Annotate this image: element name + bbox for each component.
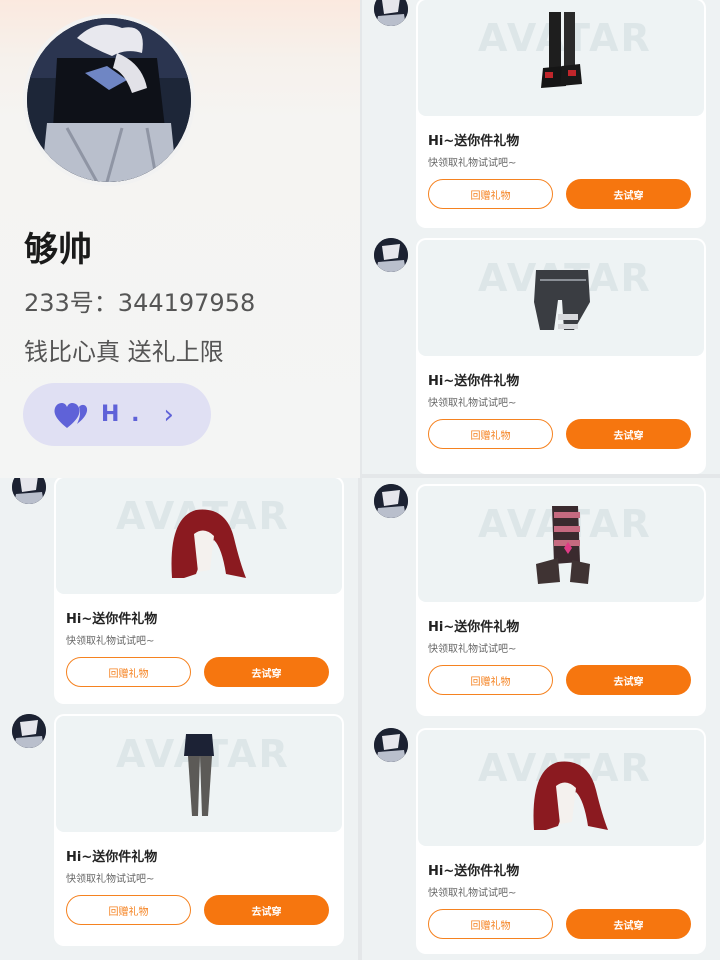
gift-card: AVATAR Hi~送你件礼物 快领取礼物试试吧~ 回赠礼物 去试穿 (54, 714, 344, 946)
profile-name: 够帅 (24, 230, 92, 270)
shorts-icon (534, 270, 590, 330)
profile-uid: 233号：344197958 (24, 289, 256, 317)
gift-title: Hi~送你件礼物 (428, 620, 520, 635)
return-gift-button[interactable]: 回赠礼物 (66, 895, 191, 925)
gift-title: Hi~送你件礼物 (66, 612, 158, 627)
gift-title: Hi~送你件礼物 (428, 864, 520, 879)
skirt-tights-icon (184, 734, 214, 816)
sender-avatar[interactable] (374, 238, 408, 272)
gift-subtitle: 快领取礼物试试吧~ (428, 158, 517, 169)
return-gift-button[interactable]: 回赠礼物 (428, 909, 553, 939)
gift-title: Hi~送你件礼物 (428, 374, 520, 389)
chevron-right-icon: › (163, 399, 174, 430)
gift-card: AVATAR Hi~送你件礼物 快领取礼物试试吧~ 回赠礼物 去试穿 (416, 484, 706, 716)
fan-badge-label: H . (101, 402, 142, 427)
hair-icon (171, 509, 246, 578)
fan-badge-button[interactable]: H . › (23, 383, 211, 446)
return-gift-button[interactable]: 回赠礼物 (428, 179, 553, 209)
leg-warmers-icon (536, 506, 590, 584)
gift-card: AVATAR Hi~送你件礼物 快领取礼物试试吧~ 回赠礼物 去试穿 (416, 0, 706, 228)
return-gift-button[interactable]: 回赠礼物 (66, 657, 191, 687)
avatar-image (27, 18, 191, 182)
sender-avatar[interactable] (374, 0, 408, 26)
gift-subtitle: 快领取礼物试试吧~ (428, 644, 517, 655)
profile-avatar[interactable] (23, 14, 195, 186)
profile-panel: 够帅 233号：344197958 钱比心真 送礼上限 H . › (0, 0, 360, 478)
sender-avatar[interactable] (12, 478, 46, 504)
gift-preview[interactable]: AVATAR (56, 716, 342, 832)
gift-preview[interactable]: AVATAR (418, 730, 704, 846)
gift-subtitle: 快领取礼物试试吧~ (66, 874, 155, 885)
gift-preview[interactable]: AVATAR (418, 240, 704, 356)
gift-panel-2: AVATAR Hi~送你件礼物 快领取礼物试试吧~ 回赠礼物 去试穿 AVATA… (0, 478, 358, 960)
return-gift-button[interactable]: 回赠礼物 (428, 665, 553, 695)
return-gift-button[interactable]: 回赠礼物 (428, 419, 553, 449)
gift-preview[interactable]: AVATAR (56, 478, 342, 594)
gift-preview[interactable]: AVATAR (418, 486, 704, 602)
gift-title: Hi~送你件礼物 (428, 134, 520, 149)
gift-subtitle: 快领取礼物试试吧~ (428, 888, 517, 899)
gift-preview[interactable]: AVATAR (418, 0, 704, 116)
try-on-button[interactable]: 去试穿 (204, 895, 329, 925)
try-on-button[interactable]: 去试穿 (566, 179, 691, 209)
hair-icon (533, 761, 608, 830)
gift-subtitle: 快领取礼物试试吧~ (66, 636, 155, 647)
gift-card: AVATAR Hi~送你件礼物 快领取礼物试试吧~ 回赠礼物 去试穿 (416, 238, 706, 474)
sender-avatar[interactable] (12, 714, 46, 748)
sender-avatar[interactable] (374, 728, 408, 762)
gift-title: Hi~送你件礼物 (66, 850, 158, 865)
gift-panel-1: AVATAR Hi~送你件礼物 快领取礼物试试吧~ 回赠礼物 去试穿 AVATA… (362, 0, 720, 474)
gift-card: AVATAR Hi~送你件礼物 快领取礼物试试吧~ 回赠礼物 去试穿 (54, 478, 344, 704)
boots-icon (541, 12, 582, 88)
gift-card: AVATAR Hi~送你件礼物 快领取礼物试试吧~ 回赠礼物 去试穿 (416, 728, 706, 954)
try-on-button[interactable]: 去试穿 (566, 665, 691, 695)
sender-avatar[interactable] (374, 484, 408, 518)
gift-subtitle: 快领取礼物试试吧~ (428, 398, 517, 409)
try-on-button[interactable]: 去试穿 (566, 909, 691, 939)
profile-status: 钱比心真 送礼上限 (24, 338, 224, 366)
double-heart-icon (54, 402, 88, 428)
gift-panel-3: AVATAR Hi~送你件礼物 快领取礼物试试吧~ 回赠礼物 去试穿 AVATA… (362, 478, 720, 960)
try-on-button[interactable]: 去试穿 (204, 657, 329, 687)
try-on-button[interactable]: 去试穿 (566, 419, 691, 449)
